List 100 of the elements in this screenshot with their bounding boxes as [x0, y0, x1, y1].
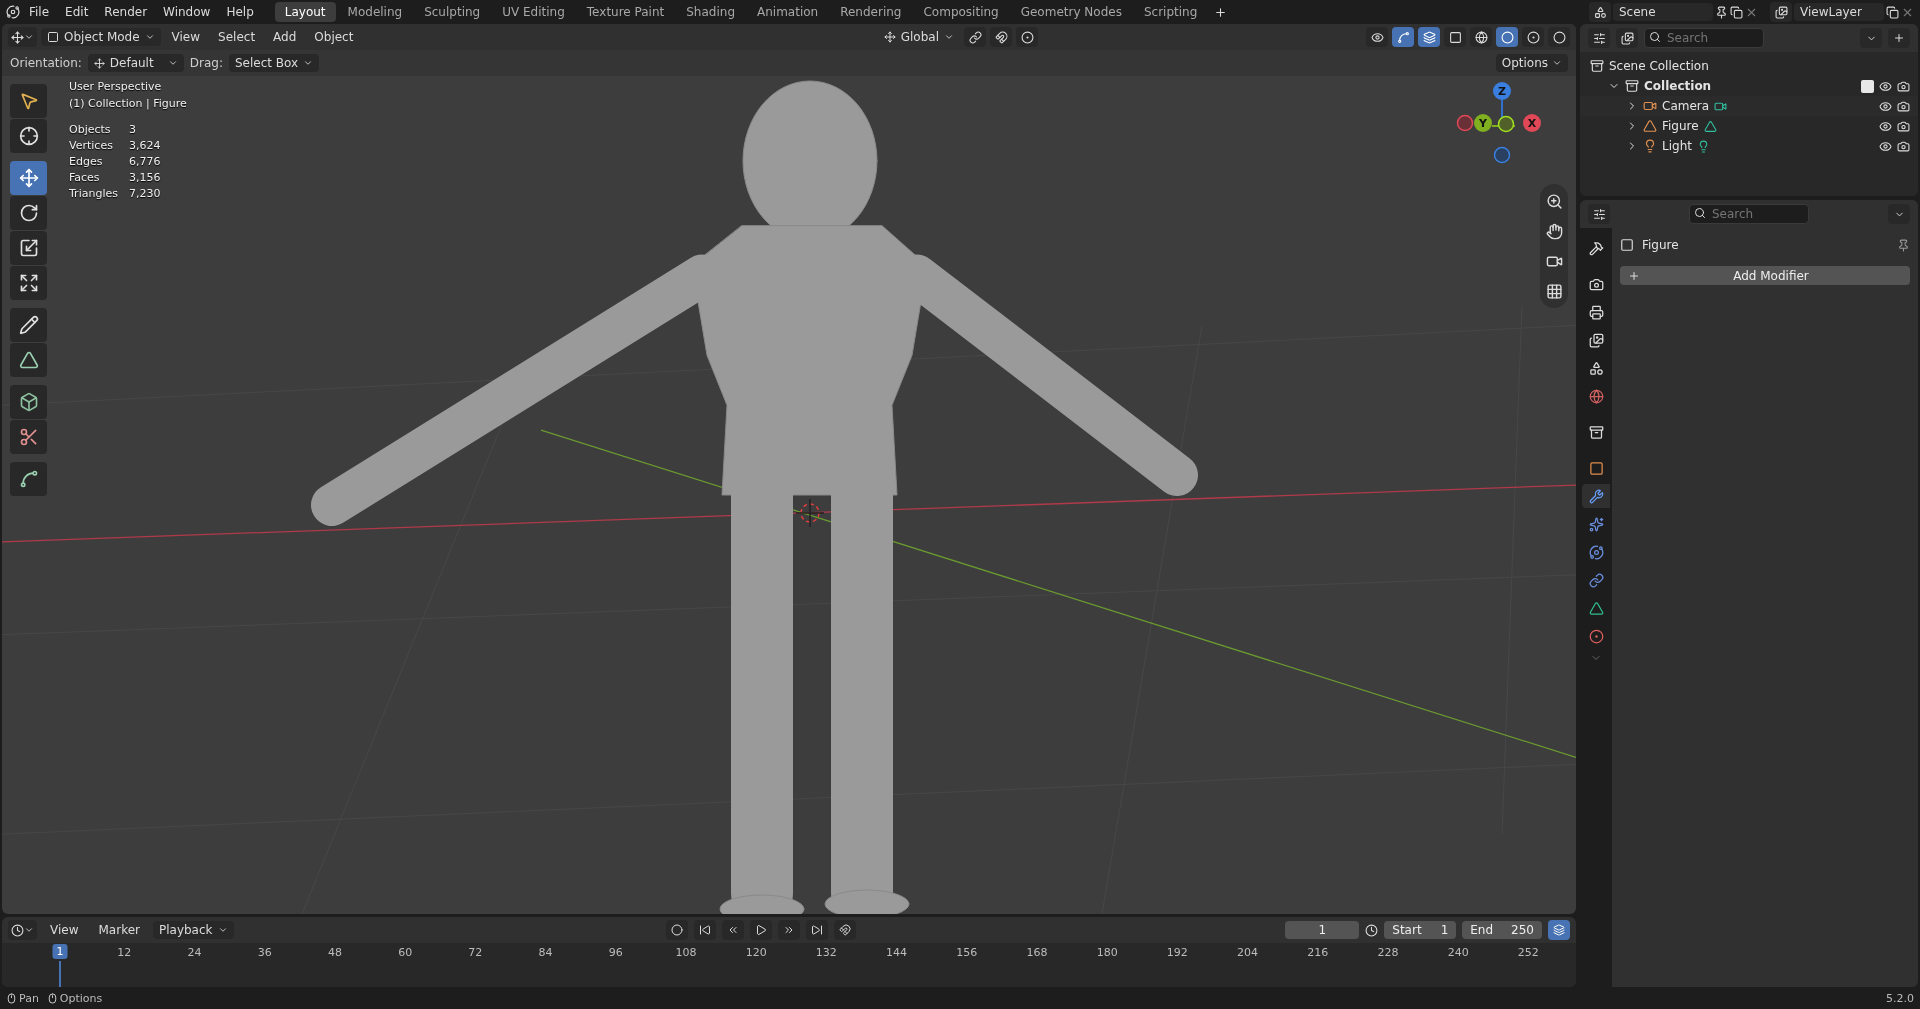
- tool-button[interactable]: [10, 196, 47, 230]
- end-frame-field[interactable]: End 250: [1462, 921, 1542, 939]
- workspace-tab[interactable]: Shading: [676, 2, 745, 22]
- tool-button[interactable]: [10, 462, 47, 496]
- menu-item[interactable]: Render: [97, 2, 155, 22]
- view-layer-browse-button[interactable]: [1770, 2, 1792, 22]
- workspace-tab[interactable]: Modeling: [337, 2, 413, 22]
- outliner-item[interactable]: Light: [1662, 139, 1692, 153]
- editor-type-button[interactable]: [8, 27, 37, 47]
- chevron-down-icon: [217, 925, 228, 935]
- copy-icon: [1730, 5, 1743, 19]
- scene-field[interactable]: Scene: [1613, 3, 1713, 21]
- menu-item[interactable]: View: [164, 27, 208, 47]
- menu-item[interactable]: Window: [156, 2, 218, 22]
- menu-item[interactable]: Edit: [58, 2, 96, 22]
- overlay-button[interactable]: [1418, 27, 1440, 47]
- physics-icon: [1588, 544, 1604, 560]
- outliner-item[interactable]: Collection: [1644, 79, 1712, 93]
- rotate-icon: [18, 203, 39, 223]
- viewport[interactable]: Object Mode View Select Add Object Global Orientation: Default Drag: Select Box Options User Perspective (1) Collection | Figure Objects 3 Vertices 3,624 Edges 6,776 Faces 3,156 Triangles 7,230 Z Y X: [2, 24, 1576, 914]
- material-shading-button[interactable]: [1522, 27, 1544, 47]
- double-chevron-right-icon: [782, 924, 795, 936]
- tool-button[interactable]: [10, 84, 47, 118]
- options-dropdown[interactable]: Options: [1495, 54, 1568, 72]
- workspace-tab[interactable]: Rendering: [830, 2, 912, 22]
- jump-start-button[interactable]: [693, 920, 716, 940]
- keying-button[interactable]: [833, 920, 856, 940]
- menu-item[interactable]: Marker: [91, 920, 147, 940]
- scene-browse-button[interactable]: [1589, 2, 1611, 22]
- mode-dropdown[interactable]: Object Mode: [41, 28, 161, 46]
- start-frame-field[interactable]: Start 1: [1384, 921, 1457, 939]
- y-axis-handle[interactable]: Y: [1474, 114, 1492, 132]
- xray-button[interactable]: [1444, 27, 1466, 47]
- outliner-item[interactable]: Camera: [1662, 99, 1710, 113]
- tool-button[interactable]: [10, 343, 47, 377]
- object-icon: [47, 31, 59, 43]
- search-field[interactable]: Search: [1689, 204, 1809, 224]
- visibility-button[interactable]: [1366, 27, 1388, 47]
- drag-dropdown[interactable]: Select Box: [229, 54, 320, 72]
- workspace-tab[interactable]: Layout: [274, 2, 336, 22]
- editor-type-button[interactable]: [1588, 204, 1610, 224]
- next-keyframe-button[interactable]: [777, 920, 800, 940]
- new-collection-button[interactable]: [1888, 28, 1910, 48]
- tool-button[interactable]: [10, 385, 47, 419]
- stat-value: 6,776: [129, 155, 162, 168]
- tool-button[interactable]: [10, 161, 47, 195]
- outliner-item[interactable]: Scene Collection: [1609, 59, 1709, 73]
- menu-item[interactable]: Object: [307, 27, 361, 47]
- axes-icon: [883, 31, 896, 43]
- snap-button[interactable]: [990, 27, 1012, 47]
- menu-item[interactable]: View: [43, 920, 86, 940]
- orientation-dropdown[interactable]: Default: [87, 54, 184, 72]
- previous-keyframe-button[interactable]: [721, 920, 744, 940]
- workspace-tab[interactable]: UV Editing: [492, 2, 575, 22]
- tool-button[interactable]: [10, 308, 47, 342]
- playback-dropdown[interactable]: Playback: [152, 921, 234, 939]
- filter-button[interactable]: [1616, 28, 1638, 48]
- add-modifier-button[interactable]: Add Modifier: [1620, 266, 1910, 285]
- workspace-tab[interactable]: Animation: [747, 2, 829, 22]
- workspace-tab[interactable]: Geometry Nodes: [1010, 2, 1132, 22]
- circle-icon: [1552, 30, 1566, 44]
- menu-item[interactable]: Help: [219, 2, 261, 22]
- checkbox[interactable]: [1861, 79, 1874, 93]
- view-layer-field[interactable]: ViewLayer: [1794, 3, 1884, 21]
- outliner-item[interactable]: Figure: [1662, 119, 1699, 133]
- x-axis-handle[interactable]: X: [1523, 114, 1541, 132]
- search-field[interactable]: Search: [1644, 28, 1764, 48]
- play-button[interactable]: [749, 920, 772, 940]
- z-axis-handle[interactable]: Z: [1493, 82, 1511, 100]
- menu-item[interactable]: Add: [266, 27, 304, 47]
- eye-icon: [1879, 99, 1892, 113]
- magnet-icon: [838, 924, 851, 936]
- menu-item[interactable]: Select: [211, 27, 263, 47]
- workspace-tab[interactable]: Scripting: [1133, 2, 1208, 22]
- orientation-dropdown[interactable]: Global: [877, 28, 960, 46]
- record-button[interactable]: [665, 920, 688, 940]
- menu-item[interactable]: File: [22, 2, 57, 22]
- tool-button[interactable]: [10, 420, 47, 454]
- playhead[interactable]: 1: [52, 944, 68, 959]
- current-frame-field[interactable]: 1: [1285, 921, 1360, 939]
- tool-button[interactable]: [10, 231, 47, 265]
- eye-icon: [1879, 79, 1892, 93]
- display-mode-button[interactable]: [1588, 28, 1610, 48]
- solid-shading-button[interactable]: [1496, 27, 1518, 47]
- workspace-tab[interactable]: Sculpting: [414, 2, 491, 22]
- mouse-icon: [46, 992, 58, 1004]
- workspace-tab[interactable]: Texture Paint: [576, 2, 675, 22]
- rendered-shading-button[interactable]: [1548, 27, 1570, 47]
- pivot-button[interactable]: [964, 27, 986, 47]
- frame-ruler[interactable]: 1 12 24 36 48 60 72 84 96 108 120 132 144 156 168 180 192 204 216 228 240 252: [2, 943, 1576, 987]
- overlay-button[interactable]: [1548, 920, 1570, 940]
- gizmo-button[interactable]: [1392, 27, 1414, 47]
- editor-type-button[interactable]: [8, 920, 37, 940]
- tool-button[interactable]: [10, 266, 47, 300]
- proportional-button[interactable]: [1016, 27, 1038, 47]
- wireframe-shading-button[interactable]: [1470, 27, 1492, 47]
- workspace-tab[interactable]: Compositing: [913, 2, 1009, 22]
- chevron-down-icon: [24, 32, 34, 42]
- tool-button[interactable]: [10, 119, 47, 153]
- jump-end-button[interactable]: [805, 920, 828, 940]
